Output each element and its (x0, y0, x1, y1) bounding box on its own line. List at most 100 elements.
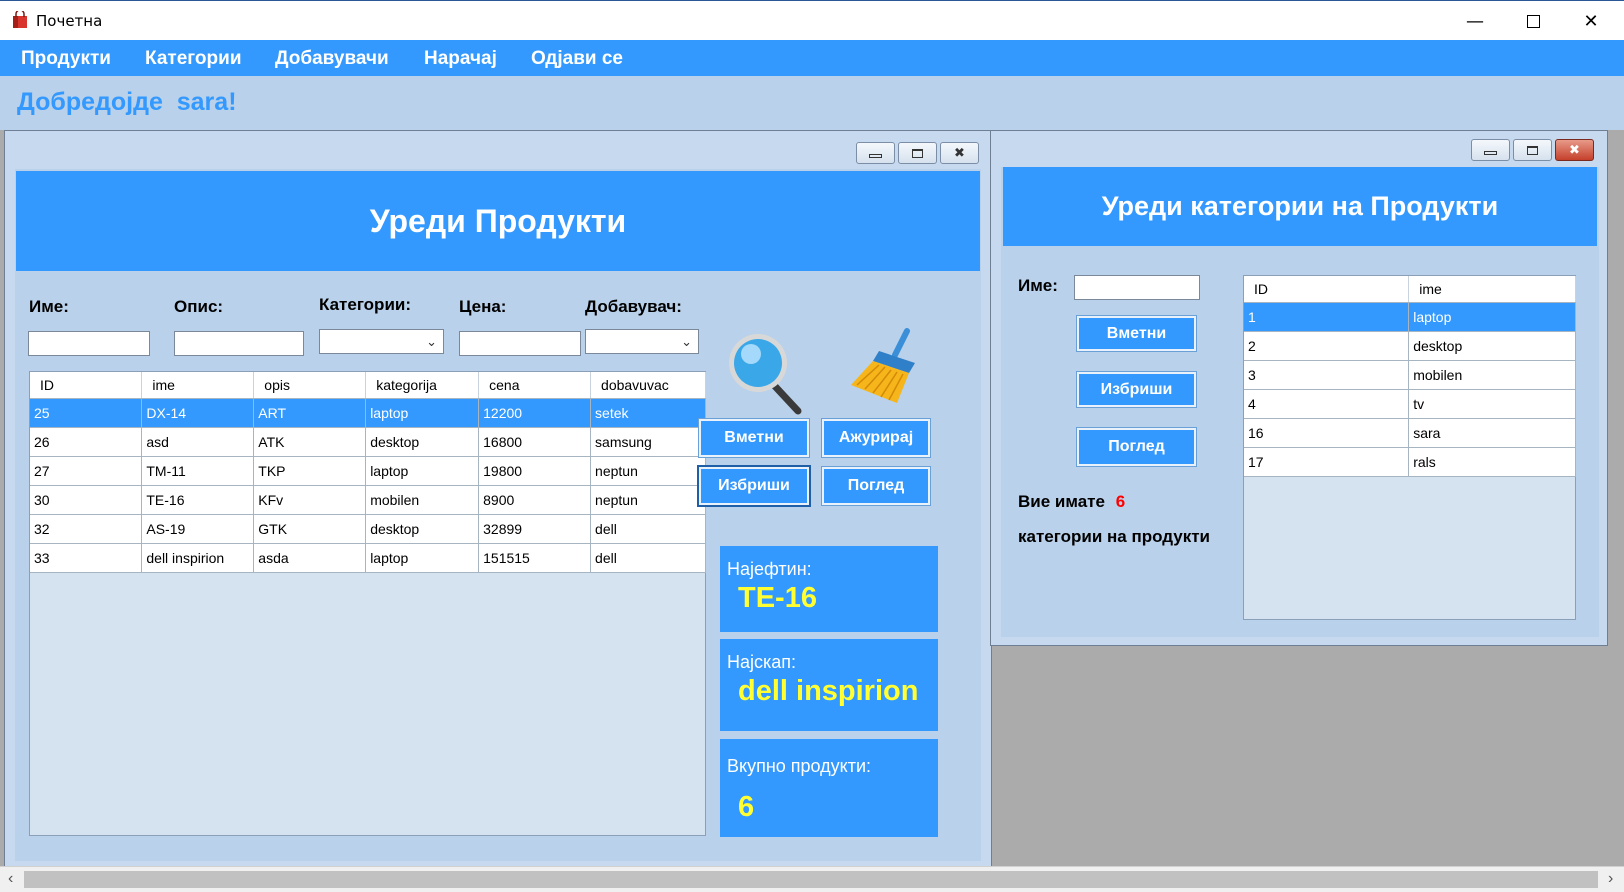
table-cell[interactable]: mobilen (1408, 360, 1576, 390)
table-row[interactable]: 1 laptop (1244, 302, 1576, 332)
products-table[interactable]: ID ime opis kategorija cena dobavuvac 25… (29, 371, 706, 836)
menu-suppliers[interactable]: Добавувачи (275, 48, 389, 70)
column-header[interactable]: ID (30, 372, 143, 399)
table-cell[interactable]: mobilen (365, 485, 480, 515)
categories-close-button[interactable]: ✖ (1555, 139, 1594, 161)
table-cell[interactable]: asda (253, 543, 367, 573)
table-cell[interactable]: 17 (1244, 447, 1410, 477)
table-cell[interactable]: 32 (30, 514, 143, 544)
table-cell[interactable]: dell inspirion (141, 543, 255, 573)
table-row[interactable]: 27 TM-11 TKP laptop 19800 neptun (30, 456, 706, 486)
table-cell[interactable]: laptop (1408, 302, 1576, 332)
table-cell[interactable]: 16 (1244, 418, 1410, 448)
table-cell[interactable]: 151515 (478, 543, 592, 573)
menu-categories[interactable]: Категории (145, 48, 242, 70)
insert-button[interactable]: Вметни (698, 418, 810, 458)
view-button[interactable]: Поглед (821, 466, 931, 506)
table-cell[interactable]: 4 (1244, 389, 1410, 419)
table-cell[interactable]: ART (253, 398, 367, 428)
table-row[interactable]: 30 TE-16 KFv mobilen 8900 neptun (30, 485, 706, 515)
column-header[interactable]: ime (1408, 276, 1576, 303)
table-cell[interactable]: 12200 (478, 398, 592, 428)
table-cell[interactable]: rals (1408, 447, 1576, 477)
table-cell[interactable]: laptop (365, 543, 480, 573)
table-cell[interactable]: setek (590, 398, 706, 428)
category-select[interactable]: ⌄ (319, 329, 444, 354)
horizontal-scrollbar[interactable]: ‹ › (0, 866, 1624, 892)
table-cell[interactable]: laptop (365, 456, 480, 486)
table-cell[interactable]: 27 (30, 456, 143, 486)
table-cell[interactable]: desktop (365, 427, 480, 457)
category-name-input[interactable] (1074, 275, 1200, 300)
category-view-button[interactable]: Поглед (1076, 427, 1197, 467)
broom-icon[interactable] (849, 327, 929, 405)
column-header[interactable]: cena (478, 372, 592, 399)
scroll-left-icon[interactable]: ‹ (8, 870, 13, 888)
table-cell[interactable]: 16800 (478, 427, 592, 457)
table-row[interactable]: 25 DX-14 ART laptop 12200 setek (30, 398, 706, 428)
products-restore-button[interactable] (898, 142, 937, 164)
table-cell[interactable]: KFv (253, 485, 367, 515)
table-cell[interactable]: 2 (1244, 331, 1410, 361)
table-cell[interactable]: TE-16 (141, 485, 255, 515)
table-row[interactable]: 16 sara (1244, 418, 1576, 448)
column-header[interactable]: ime (141, 372, 255, 399)
table-cell[interactable]: laptop (365, 398, 480, 428)
table-row[interactable]: 3 mobilen (1244, 360, 1576, 390)
menu-products[interactable]: Продукти (21, 48, 111, 70)
menu-logout[interactable]: Одјави се (531, 48, 623, 70)
categories-restore-button[interactable] (1513, 139, 1552, 161)
products-close-button[interactable]: ✖ (940, 142, 979, 164)
table-cell[interactable]: 33 (30, 543, 143, 573)
table-cell[interactable]: 25 (30, 398, 143, 428)
table-cell[interactable]: 3 (1244, 360, 1410, 390)
column-header[interactable]: ID (1244, 276, 1410, 303)
table-cell[interactable]: 30 (30, 485, 143, 515)
column-header[interactable]: opis (253, 372, 367, 399)
category-insert-button[interactable]: Вметни (1076, 315, 1197, 352)
table-row[interactable]: 4 tv (1244, 389, 1576, 419)
table-cell[interactable]: desktop (365, 514, 480, 544)
table-cell[interactable]: neptun (590, 485, 706, 515)
delete-button[interactable]: Избриши (697, 465, 811, 507)
table-cell[interactable]: sara (1408, 418, 1576, 448)
table-cell[interactable]: desktop (1408, 331, 1576, 361)
table-cell[interactable]: TM-11 (141, 456, 255, 486)
column-header[interactable]: dobavuvac (590, 372, 706, 399)
close-button[interactable]: ✕ (1568, 7, 1614, 35)
update-button[interactable]: Ажурирај (821, 418, 931, 458)
table-cell[interactable]: tv (1408, 389, 1576, 419)
table-cell[interactable]: asd (141, 427, 255, 457)
table-cell[interactable]: neptun (590, 456, 706, 486)
table-row[interactable]: 2 desktop (1244, 331, 1576, 361)
maximize-button[interactable] (1510, 7, 1556, 35)
table-cell[interactable]: ATK (253, 427, 367, 457)
table-cell[interactable]: TKP (253, 456, 367, 486)
table-cell[interactable]: DX-14 (141, 398, 255, 428)
description-input[interactable] (174, 331, 304, 356)
menu-order[interactable]: Нарачај (424, 48, 497, 70)
categories-table[interactable]: ID ime 1 laptop 2 desktop 3 mobilen 4 tv 16 sara 1… (1243, 275, 1576, 620)
table-cell[interactable]: 8900 (478, 485, 592, 515)
minimize-button[interactable]: — (1452, 7, 1498, 35)
table-cell[interactable]: 19800 (478, 456, 592, 486)
table-cell[interactable]: 26 (30, 427, 143, 457)
table-cell[interactable]: samsung (590, 427, 706, 457)
table-row[interactable]: 33 dell inspirion asda laptop 151515 dell (30, 543, 706, 573)
scroll-right-icon[interactable]: › (1608, 870, 1613, 888)
table-cell[interactable]: GTK (253, 514, 367, 544)
table-cell[interactable]: dell (590, 514, 706, 544)
table-cell[interactable]: 1 (1244, 302, 1410, 332)
table-cell[interactable]: AS-19 (141, 514, 255, 544)
products-minimize-button[interactable] (856, 142, 895, 164)
column-header[interactable]: kategorija (365, 372, 480, 399)
table-cell[interactable]: dell (590, 543, 706, 573)
price-input[interactable] (459, 331, 581, 356)
category-delete-button[interactable]: Избриши (1076, 371, 1197, 408)
table-row[interactable]: 26 asd ATK desktop 16800 samsung (30, 427, 706, 457)
name-input[interactable] (28, 331, 150, 356)
supplier-select[interactable]: ⌄ (585, 329, 699, 354)
table-row[interactable]: 17 rals (1244, 447, 1576, 477)
table-row[interactable]: 32 AS-19 GTK desktop 32899 dell (30, 514, 706, 544)
scrollbar-thumb[interactable] (24, 871, 1598, 888)
